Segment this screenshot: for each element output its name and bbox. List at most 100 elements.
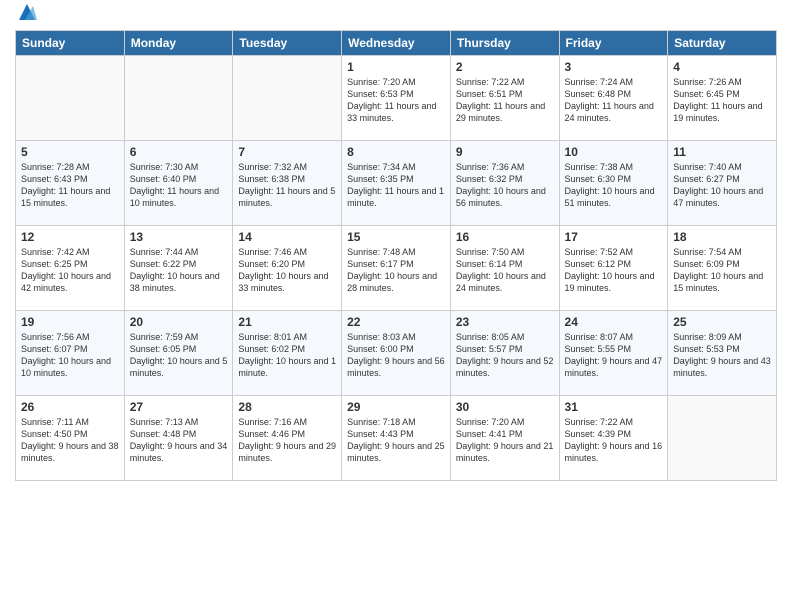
calendar-cell: 20 Sunrise: 7:59 AM Sunset: 6:05 PM Dayli… [124,311,233,396]
day-info: Sunrise: 7:28 AM Sunset: 6:43 PM Dayligh… [21,161,119,210]
day-number: 18 [673,230,771,244]
day-info: Sunrise: 7:59 AM Sunset: 6:05 PM Dayligh… [130,331,228,380]
calendar-cell: 1 Sunrise: 7:20 AM Sunset: 6:53 PM Daylig… [342,56,451,141]
calendar: Sunday Monday Tuesday Wednesday Thursday… [15,30,777,481]
day-number: 21 [238,315,336,329]
day-info: Sunrise: 7:13 AM Sunset: 4:48 PM Dayligh… [130,416,228,465]
calendar-cell: 29 Sunrise: 7:18 AM Sunset: 4:43 PM Dayli… [342,396,451,481]
calendar-cell: 19 Sunrise: 7:56 AM Sunset: 6:07 PM Dayli… [16,311,125,396]
day-info: Sunrise: 8:07 AM Sunset: 5:55 PM Dayligh… [565,331,663,380]
calendar-cell [233,56,342,141]
calendar-cell: 2 Sunrise: 7:22 AM Sunset: 6:51 PM Daylig… [450,56,559,141]
day-info: Sunrise: 7:52 AM Sunset: 6:12 PM Dayligh… [565,246,663,295]
calendar-cell: 17 Sunrise: 7:52 AM Sunset: 6:12 PM Dayli… [559,226,668,311]
header [15,10,777,22]
calendar-cell: 4 Sunrise: 7:26 AM Sunset: 6:45 PM Daylig… [668,56,777,141]
day-number: 2 [456,60,554,74]
day-number: 13 [130,230,228,244]
day-info: Sunrise: 7:11 AM Sunset: 4:50 PM Dayligh… [21,416,119,465]
day-number: 20 [130,315,228,329]
logo [15,10,37,22]
day-info: Sunrise: 7:22 AM Sunset: 6:51 PM Dayligh… [456,76,554,125]
calendar-cell: 8 Sunrise: 7:34 AM Sunset: 6:35 PM Daylig… [342,141,451,226]
day-number: 9 [456,145,554,159]
page: Sunday Monday Tuesday Wednesday Thursday… [0,0,792,612]
calendar-cell: 12 Sunrise: 7:42 AM Sunset: 6:25 PM Dayli… [16,226,125,311]
col-sunday: Sunday [16,31,125,56]
day-info: Sunrise: 8:05 AM Sunset: 5:57 PM Dayligh… [456,331,554,380]
day-number: 6 [130,145,228,159]
day-number: 17 [565,230,663,244]
day-info: Sunrise: 7:56 AM Sunset: 6:07 PM Dayligh… [21,331,119,380]
calendar-header-row: Sunday Monday Tuesday Wednesday Thursday… [16,31,777,56]
day-number: 22 [347,315,445,329]
col-thursday: Thursday [450,31,559,56]
day-info: Sunrise: 7:24 AM Sunset: 6:48 PM Dayligh… [565,76,663,125]
day-number: 3 [565,60,663,74]
day-info: Sunrise: 7:26 AM Sunset: 6:45 PM Dayligh… [673,76,771,125]
col-wednesday: Wednesday [342,31,451,56]
calendar-cell: 31Sunrise: 7:22 AM Sunset: 4:39 PM Dayli… [559,396,668,481]
calendar-cell: 27Sunrise: 7:13 AM Sunset: 4:48 PM Dayli… [124,396,233,481]
day-number: 12 [21,230,119,244]
calendar-cell: 16 Sunrise: 7:50 AM Sunset: 6:14 PM Dayli… [450,226,559,311]
day-number: 24 [565,315,663,329]
day-number: 14 [238,230,336,244]
calendar-cell: 30Sunrise: 7:20 AM Sunset: 4:41 PM Dayli… [450,396,559,481]
day-info: Sunrise: 7:48 AM Sunset: 6:17 PM Dayligh… [347,246,445,295]
day-info: Sunrise: 8:09 AM Sunset: 5:53 PM Dayligh… [673,331,771,380]
day-info: Sunrise: 7:30 AM Sunset: 6:40 PM Dayligh… [130,161,228,210]
day-info: Sunrise: 8:01 AM Sunset: 6:02 PM Dayligh… [238,331,336,380]
day-number: 29 [347,400,445,414]
day-info: Sunrise: 7:42 AM Sunset: 6:25 PM Dayligh… [21,246,119,295]
calendar-cell: 14Sunrise: 7:46 AM Sunset: 6:20 PM Dayli… [233,226,342,311]
day-number: 19 [21,315,119,329]
day-number: 10 [565,145,663,159]
calendar-cell: 7 Sunrise: 7:32 AM Sunset: 6:38 PM Daylig… [233,141,342,226]
calendar-cell: 22 Sunrise: 8:03 AM Sunset: 6:00 PM Dayli… [342,311,451,396]
day-info: Sunrise: 7:34 AM Sunset: 6:35 PM Dayligh… [347,161,445,210]
day-info: Sunrise: 7:32 AM Sunset: 6:38 PM Dayligh… [238,161,336,210]
day-number: 23 [456,315,554,329]
day-info: Sunrise: 7:20 AM Sunset: 6:53 PM Dayligh… [347,76,445,125]
day-number: 25 [673,315,771,329]
logo-icon [17,2,37,22]
logo-text [15,10,37,22]
day-number: 8 [347,145,445,159]
day-number: 26 [21,400,119,414]
calendar-cell [124,56,233,141]
day-info: Sunrise: 8:03 AM Sunset: 6:00 PM Dayligh… [347,331,445,380]
day-info: Sunrise: 7:50 AM Sunset: 6:14 PM Dayligh… [456,246,554,295]
day-number: 1 [347,60,445,74]
calendar-cell: 26 Sunrise: 7:11 AM Sunset: 4:50 PM Dayli… [16,396,125,481]
calendar-cell: 3 Sunrise: 7:24 AM Sunset: 6:48 PM Daylig… [559,56,668,141]
calendar-cell: 9 Sunrise: 7:36 AM Sunset: 6:32 PM Daylig… [450,141,559,226]
calendar-cell: 15 Sunrise: 7:48 AM Sunset: 6:17 PM Dayli… [342,226,451,311]
calendar-week-4: 19 Sunrise: 7:56 AM Sunset: 6:07 PM Dayli… [16,311,777,396]
day-info: Sunrise: 7:44 AM Sunset: 6:22 PM Dayligh… [130,246,228,295]
calendar-cell: 18 Sunrise: 7:54 AM Sunset: 6:09 PM Dayli… [668,226,777,311]
day-number: 11 [673,145,771,159]
calendar-cell: 24 Sunrise: 8:07 AM Sunset: 5:55 PM Dayli… [559,311,668,396]
calendar-cell: 11Sunrise: 7:40 AM Sunset: 6:27 PM Dayli… [668,141,777,226]
day-info: Sunrise: 7:38 AM Sunset: 6:30 PM Dayligh… [565,161,663,210]
col-saturday: Saturday [668,31,777,56]
calendar-cell [668,396,777,481]
calendar-week-2: 5 Sunrise: 7:28 AM Sunset: 6:43 PM Daylig… [16,141,777,226]
calendar-cell: 6 Sunrise: 7:30 AM Sunset: 6:40 PM Daylig… [124,141,233,226]
calendar-cell: 23 Sunrise: 8:05 AM Sunset: 5:57 PM Dayli… [450,311,559,396]
calendar-cell [16,56,125,141]
calendar-cell: 21 Sunrise: 8:01 AM Sunset: 6:02 PM Dayli… [233,311,342,396]
day-info: Sunrise: 7:36 AM Sunset: 6:32 PM Dayligh… [456,161,554,210]
day-number: 7 [238,145,336,159]
calendar-cell: 25 Sunrise: 8:09 AM Sunset: 5:53 PM Dayli… [668,311,777,396]
day-number: 15 [347,230,445,244]
calendar-cell: 28Sunrise: 7:16 AM Sunset: 4:46 PM Dayli… [233,396,342,481]
day-number: 16 [456,230,554,244]
col-monday: Monday [124,31,233,56]
day-number: 5 [21,145,119,159]
day-info: Sunrise: 7:54 AM Sunset: 6:09 PM Dayligh… [673,246,771,295]
day-number: 28 [238,400,336,414]
day-info: Sunrise: 7:18 AM Sunset: 4:43 PM Dayligh… [347,416,445,465]
day-number: 4 [673,60,771,74]
